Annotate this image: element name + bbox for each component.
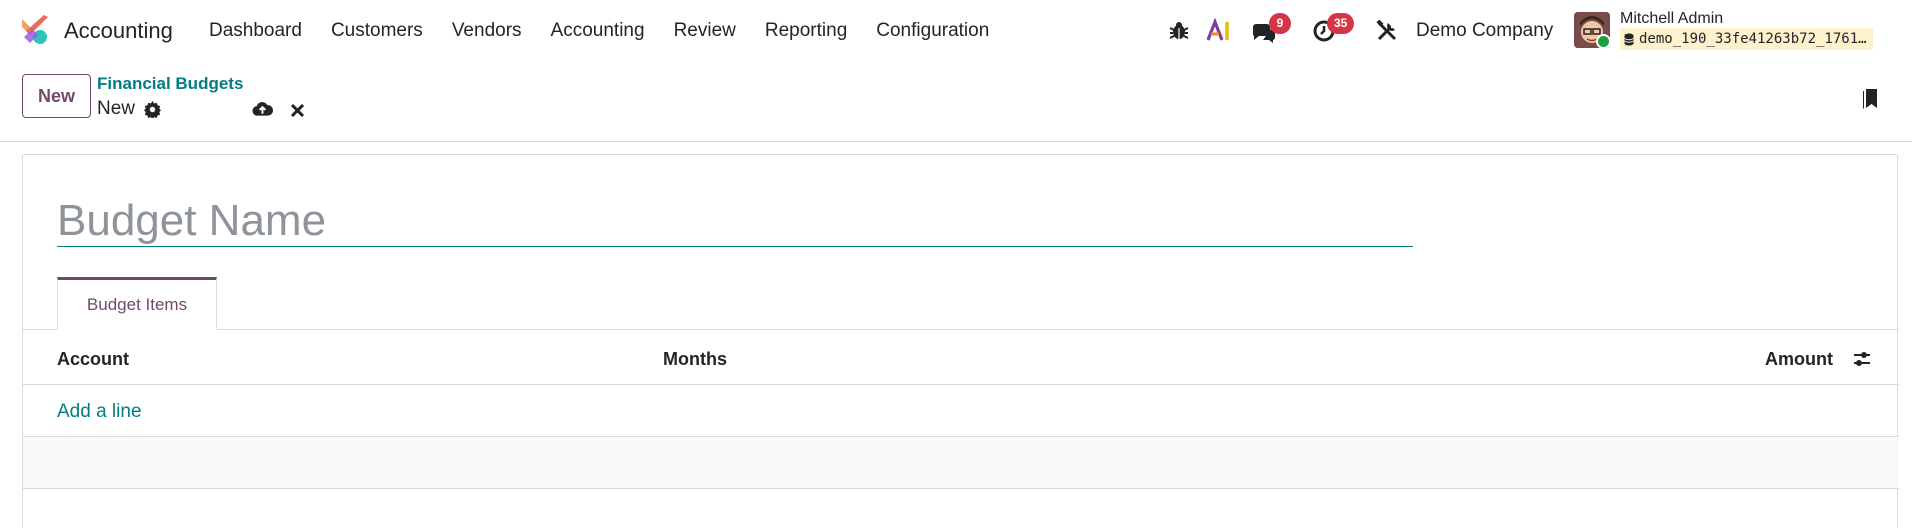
table-footer (23, 437, 1899, 489)
tab-budget-items[interactable]: Budget Items (57, 277, 217, 330)
main-menu: Dashboard Customers Vendors Accounting R… (209, 20, 1018, 42)
close-icon[interactable] (291, 104, 304, 117)
online-status-indicator (1596, 34, 1611, 49)
control-panel: New Financial Budgets New (0, 62, 1912, 142)
bookmark-icon[interactable] (1861, 88, 1879, 110)
company-switcher[interactable]: Demo Company (1416, 20, 1553, 42)
gear-icon[interactable] (144, 101, 161, 118)
menu-accounting[interactable]: Accounting (551, 20, 645, 42)
column-account[interactable]: Account (57, 349, 129, 370)
budget-name-input[interactable] (57, 195, 1413, 247)
menu-dashboard[interactable]: Dashboard (209, 20, 302, 42)
user-name[interactable]: Mitchell Admin (1620, 10, 1723, 28)
activities-badge: 35 (1327, 13, 1355, 34)
new-button[interactable]: New (22, 74, 91, 118)
optional-columns-icon[interactable] (1853, 350, 1871, 368)
breadcrumb-financial-budgets[interactable]: Financial Budgets (97, 74, 243, 94)
top-navbar: Accounting Dashboard Customers Vendors A… (0, 0, 1912, 62)
accounting-app-logo-icon[interactable] (20, 15, 50, 45)
cloud-upload-icon[interactable] (252, 100, 273, 118)
debug-icon[interactable] (1168, 20, 1190, 42)
column-amount[interactable]: Amount (1765, 349, 1833, 370)
database-icon (1624, 33, 1634, 45)
app-name[interactable]: Accounting (64, 18, 173, 44)
database-name: demo_190_33fe41263b72_1761… (1620, 28, 1873, 50)
menu-reporting[interactable]: Reporting (765, 20, 847, 42)
table-row: Add a line (23, 385, 1899, 437)
menu-review[interactable]: Review (674, 20, 736, 42)
database-name-label: demo_190_33fe41263b72_1761… (1639, 31, 1867, 47)
table-header: Account Months Amount (23, 330, 1899, 385)
menu-configuration[interactable]: Configuration (876, 20, 989, 42)
messages-badge: 9 (1269, 13, 1291, 34)
menu-customers[interactable]: Customers (331, 20, 423, 42)
add-line-link[interactable]: Add a line (57, 401, 142, 423)
form-sheet: Budget Items Account Months Amount Add a… (22, 154, 1899, 528)
column-months[interactable]: Months (663, 349, 727, 370)
menu-vendors[interactable]: Vendors (452, 20, 522, 42)
ai-icon[interactable] (1206, 18, 1232, 44)
breadcrumb-current: New (97, 98, 136, 119)
tools-icon[interactable] (1376, 20, 1398, 42)
